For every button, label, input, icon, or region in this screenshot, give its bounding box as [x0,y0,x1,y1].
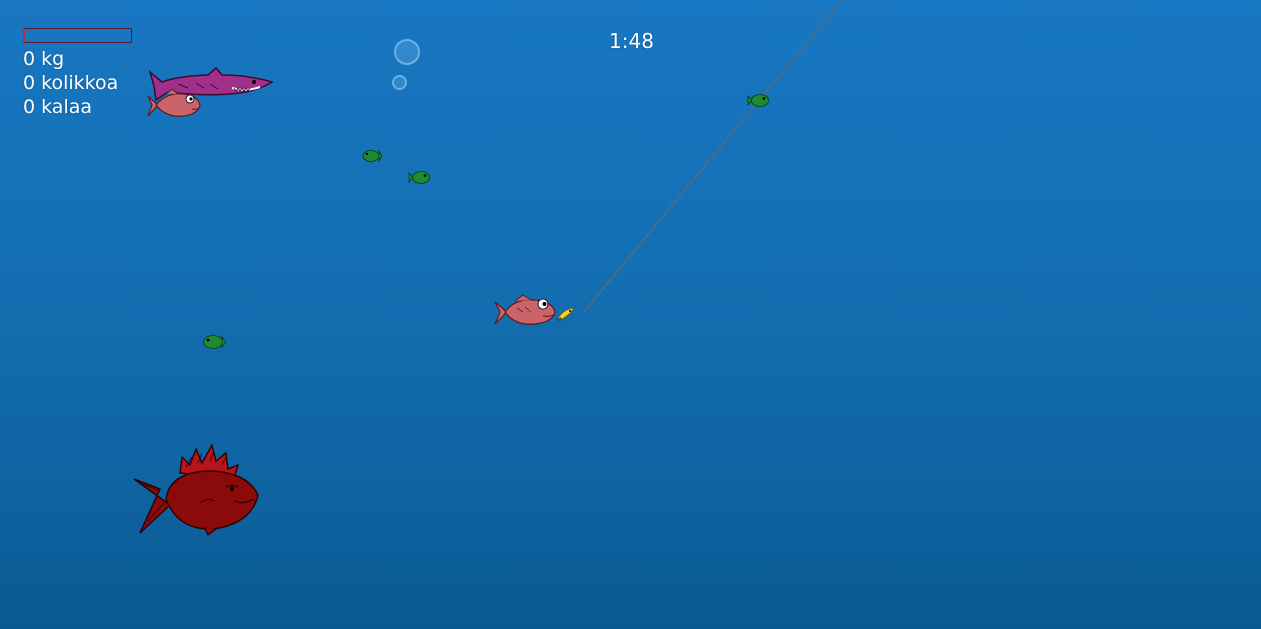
green-fish-icon [362,149,383,163]
pink-fish-icon [147,88,201,117]
weight-counter: 0 kg [23,48,65,70]
lure-icon [555,307,575,322]
pink-fish-icon [494,294,556,325]
countdown-timer: 1:48 [609,29,654,53]
green-fish-icon [747,94,769,107]
coin-counter: 0 kolikkoa [23,72,119,94]
game-scene[interactable]: 0 kg 0 kolikkoa 0 kalaa 1:48 [0,0,1261,629]
catch-meter [23,28,132,43]
green-fish-icon [203,335,227,349]
red-spiky-fish-icon [133,443,259,536]
bubble-icon [392,75,407,90]
hud-panel: 0 kg 0 kolikkoa 0 kalaa [23,28,132,119]
green-fish-icon [408,171,430,184]
bubble-icon [394,39,420,65]
fish-counter: 0 kalaa [23,96,93,118]
